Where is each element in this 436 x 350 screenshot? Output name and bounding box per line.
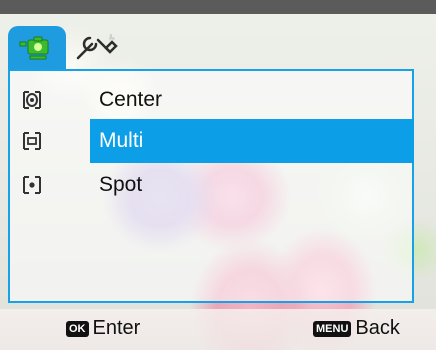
camera-mode-icon — [19, 36, 49, 60]
center-metering-icon — [23, 91, 41, 109]
top-status-bar — [0, 0, 436, 14]
ok-enter-hint[interactable]: OK Enter — [66, 315, 140, 341]
menu-item-label: Center — [99, 88, 163, 111]
menu-item-multi[interactable]: Multi — [10, 119, 414, 163]
menu-item-spot[interactable]: Spot — [10, 163, 414, 207]
tab-camera-mode[interactable] — [8, 26, 66, 70]
menu-item-label: Spot — [99, 173, 143, 196]
spot-metering-icon — [23, 176, 41, 194]
tab-setup[interactable] — [70, 26, 120, 70]
multi-metering-icon — [23, 132, 41, 150]
menu-key-badge: MENU — [313, 320, 352, 337]
ok-hint-label: Enter — [92, 317, 141, 339]
menu-hint-label: Back — [355, 317, 400, 339]
menu-item-label: Multi — [99, 129, 144, 152]
setup-wrench-icon — [76, 34, 118, 60]
menu-item-center[interactable]: Center — [10, 78, 414, 122]
menu-back-hint[interactable]: MENU Back — [313, 315, 400, 341]
ok-key-badge: OK — [66, 320, 89, 337]
